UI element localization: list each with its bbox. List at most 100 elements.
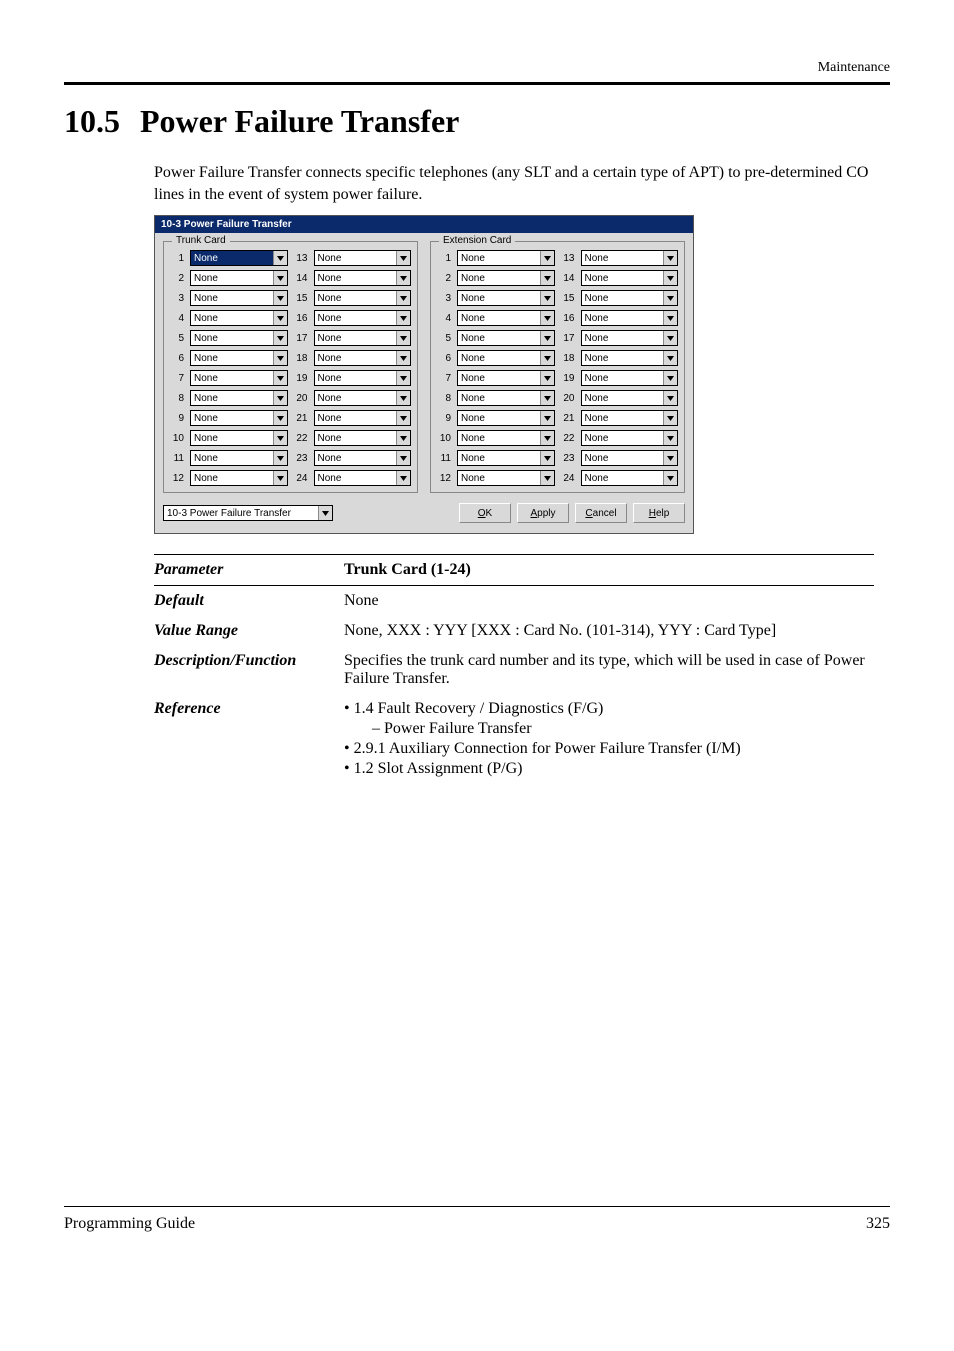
trunk-combo[interactable]: None bbox=[190, 310, 288, 326]
trunk-combo[interactable]: None bbox=[314, 310, 412, 326]
apply-button[interactable]: Apply bbox=[517, 503, 569, 523]
ext-combo[interactable]: None bbox=[581, 310, 679, 326]
ext-value: None bbox=[582, 271, 664, 285]
ext-combo[interactable]: None bbox=[581, 250, 679, 266]
ext-combo[interactable]: None bbox=[457, 250, 555, 266]
ext-num: 19 bbox=[561, 373, 575, 384]
parameter-label: Parameter bbox=[154, 561, 344, 579]
trunk-combo[interactable]: None bbox=[190, 470, 288, 486]
ext-num: 4 bbox=[437, 313, 451, 324]
chevron-down-icon bbox=[396, 331, 410, 345]
chevron-down-icon bbox=[396, 271, 410, 285]
trunk-combo[interactable]: None bbox=[190, 410, 288, 426]
trunk-value: None bbox=[191, 371, 273, 385]
trunk-combo[interactable]: None bbox=[314, 290, 412, 306]
trunk-num: 19 bbox=[294, 373, 308, 384]
row-value-range: Value Range None, XXX : YYY [XXX : Card … bbox=[154, 616, 874, 646]
trunk-combo[interactable]: None bbox=[314, 430, 412, 446]
trunk-num: 4 bbox=[170, 313, 184, 324]
ext-combo[interactable]: None bbox=[581, 450, 679, 466]
chevron-down-icon bbox=[396, 311, 410, 325]
trunk-combo[interactable]: None bbox=[314, 390, 412, 406]
trunk-value: None bbox=[191, 271, 273, 285]
ext-combo[interactable]: None bbox=[457, 370, 555, 386]
ext-combo[interactable]: None bbox=[581, 470, 679, 486]
ext-combo[interactable]: None bbox=[581, 270, 679, 286]
trunk-num: 5 bbox=[170, 333, 184, 344]
trunk-combo[interactable]: None bbox=[314, 370, 412, 386]
row-default: Default None bbox=[154, 585, 874, 616]
trunk-num: 12 bbox=[170, 473, 184, 484]
ext-combo[interactable]: None bbox=[457, 470, 555, 486]
trunk-combo[interactable]: None bbox=[190, 430, 288, 446]
chevron-down-icon bbox=[273, 451, 287, 465]
trunk-combo[interactable]: None bbox=[190, 290, 288, 306]
chevron-down-icon bbox=[540, 471, 554, 485]
ext-num: 9 bbox=[437, 413, 451, 424]
trunk-combo[interactable]: None bbox=[190, 270, 288, 286]
chevron-down-icon bbox=[396, 411, 410, 425]
page-footer: Programming Guide 325 bbox=[64, 1206, 890, 1233]
trunk-value: None bbox=[315, 291, 397, 305]
trunk-combo[interactable]: None bbox=[314, 470, 412, 486]
ext-combo[interactable]: None bbox=[457, 430, 555, 446]
description-label: Description/Function bbox=[154, 652, 344, 688]
ext-combo[interactable]: None bbox=[457, 390, 555, 406]
trunk-combo[interactable]: None bbox=[314, 330, 412, 346]
trunk-combo[interactable]: None bbox=[190, 250, 288, 266]
intro-paragraph: Power Failure Transfer connects specific… bbox=[154, 162, 890, 205]
row-description: Description/Function Specifies the trunk… bbox=[154, 646, 874, 694]
help-button[interactable]: Help bbox=[633, 503, 685, 523]
ext-combo[interactable]: None bbox=[581, 430, 679, 446]
trunk-combo[interactable]: None bbox=[190, 370, 288, 386]
ext-num: 11 bbox=[437, 453, 451, 464]
ok-button[interactable]: OK bbox=[459, 503, 511, 523]
trunk-combo[interactable]: None bbox=[190, 450, 288, 466]
ext-combo[interactable]: None bbox=[581, 350, 679, 366]
ext-combo[interactable]: None bbox=[581, 290, 679, 306]
trunk-combo[interactable]: None bbox=[314, 410, 412, 426]
ext-combo[interactable]: None bbox=[457, 410, 555, 426]
chevron-down-icon bbox=[273, 311, 287, 325]
footer-page-number: 325 bbox=[866, 1215, 890, 1233]
row-parameter: Parameter Trunk Card (1-24) bbox=[154, 554, 874, 585]
trunk-combo[interactable]: None bbox=[190, 330, 288, 346]
ext-value: None bbox=[458, 351, 540, 365]
trunk-value: None bbox=[315, 411, 397, 425]
chevron-down-icon bbox=[396, 251, 410, 265]
ext-value: None bbox=[582, 431, 664, 445]
ext-combo[interactable]: None bbox=[581, 330, 679, 346]
trunk-num: 17 bbox=[294, 333, 308, 344]
chevron-down-icon bbox=[540, 311, 554, 325]
page-selector[interactable]: 10-3 Power Failure Transfer bbox=[163, 505, 333, 521]
ext-combo[interactable]: None bbox=[457, 270, 555, 286]
trunk-combo[interactable]: None bbox=[190, 390, 288, 406]
trunk-combo[interactable]: None bbox=[314, 450, 412, 466]
ext-combo[interactable]: None bbox=[581, 370, 679, 386]
ext-combo[interactable]: None bbox=[457, 330, 555, 346]
ext-combo[interactable]: None bbox=[457, 450, 555, 466]
trunk-combo[interactable]: None bbox=[190, 350, 288, 366]
trunk-combo[interactable]: None bbox=[314, 350, 412, 366]
chevron-down-icon bbox=[663, 471, 677, 485]
trunk-num: 18 bbox=[294, 353, 308, 364]
ext-value: None bbox=[582, 391, 664, 405]
ext-value: None bbox=[458, 371, 540, 385]
ext-combo[interactable]: None bbox=[581, 390, 679, 406]
ext-value: None bbox=[582, 471, 664, 485]
ext-combo[interactable]: None bbox=[457, 290, 555, 306]
ext-combo[interactable]: None bbox=[457, 350, 555, 366]
trunk-combo[interactable]: None bbox=[314, 270, 412, 286]
ext-num: 13 bbox=[561, 253, 575, 264]
chevron-down-icon bbox=[396, 351, 410, 365]
ext-combo[interactable]: None bbox=[581, 410, 679, 426]
ext-value: None bbox=[582, 371, 664, 385]
ext-value: None bbox=[458, 291, 540, 305]
trunk-num: 1 bbox=[170, 253, 184, 264]
ext-combo[interactable]: None bbox=[457, 310, 555, 326]
chevron-down-icon bbox=[540, 391, 554, 405]
header-chapter: Maintenance bbox=[64, 60, 890, 76]
chevron-down-icon bbox=[663, 431, 677, 445]
cancel-button[interactable]: Cancel bbox=[575, 503, 627, 523]
trunk-combo[interactable]: None bbox=[314, 250, 412, 266]
